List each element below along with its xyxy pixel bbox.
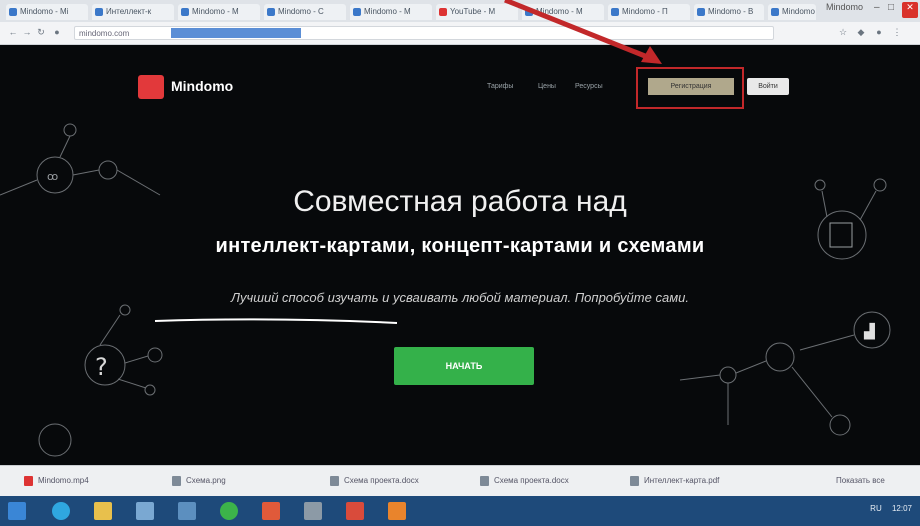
back-icon[interactable]: ← [8, 27, 18, 37]
menu-icon[interactable]: ⋮ [892, 27, 902, 37]
star-icon[interactable]: ☆ [838, 27, 848, 37]
browser-tab[interactable]: YouTube - М [436, 4, 518, 20]
system-tray[interactable]: RU 12:07 [870, 504, 912, 513]
app-icon[interactable] [262, 502, 280, 520]
favicon-icon [267, 8, 275, 16]
brand-logo[interactable]: Mindomo [171, 78, 233, 94]
download-item[interactable]: Схема проекта.docx [328, 472, 419, 490]
download-item[interactable]: Mindomo.mp4 [22, 472, 89, 490]
nav-link[interactable]: Цены [538, 83, 556, 90]
subtitle-underline [154, 318, 398, 324]
nav-link[interactable]: Тарифы [487, 83, 513, 90]
browser-tab[interactable]: Mindomo - М [768, 4, 816, 20]
clock[interactable]: 12:07 [892, 504, 912, 513]
favicon-icon [611, 8, 619, 16]
browser-tab[interactable]: Mindomo - П [608, 4, 690, 20]
app-icon[interactable] [136, 502, 154, 520]
extension-icon[interactable]: ◆ [856, 27, 866, 37]
hero-subtitle: интеллект-картами, концепт-картами и схе… [215, 235, 705, 257]
minimize-icon[interactable]: – [874, 2, 880, 18]
maximize-icon[interactable]: □ [888, 2, 894, 18]
favicon-icon [9, 8, 17, 16]
browser-tab-bar: Mindomo - Mi Интеллект-к Mindomo - М Min… [0, 0, 920, 22]
url-input[interactable]: mindomo.com [74, 26, 774, 40]
close-icon[interactable]: ✕ [902, 2, 918, 18]
webpage: ꝏ ? ▟ Mindomo Тарифы Цены Ресурсы Регист… [0, 45, 920, 465]
favicon-icon [95, 8, 103, 16]
app-icon[interactable] [304, 502, 322, 520]
browser-tab[interactable]: Mindomo - М [350, 4, 432, 20]
browser-tab[interactable]: Mindomo - С [264, 4, 346, 20]
file-icon [24, 476, 33, 486]
lock-icon: ● [54, 27, 60, 37]
start-menu-icon[interactable] [8, 502, 26, 520]
download-item[interactable]: Интеллект-карта.pdf [628, 472, 719, 490]
browser-tab[interactable]: Mindomo - М [178, 4, 260, 20]
favicon-icon [697, 8, 705, 16]
browser-tab[interactable]: Mindomo - Mi [6, 4, 88, 20]
show-all-downloads[interactable]: Показать все [836, 472, 885, 490]
file-icon [330, 476, 339, 486]
hero-description: Лучший способ изучать и усваивать любой … [231, 290, 689, 305]
taskbar: RU 12:07 [0, 496, 920, 526]
favicon-icon [439, 8, 447, 16]
browser-tab[interactable]: Mindomo - М [522, 4, 604, 20]
file-icon [480, 476, 489, 486]
reload-icon[interactable]: ↻ [36, 27, 46, 37]
login-button[interactable]: Войти [747, 78, 789, 95]
url-selection [171, 28, 301, 38]
language-indicator[interactable]: RU [870, 504, 882, 513]
browser-tab[interactable]: Mindomo - В [694, 4, 764, 20]
svg-text:▟: ▟ [863, 322, 875, 340]
explorer-icon[interactable] [94, 502, 112, 520]
downloads-bar: Mindomo.mp4 Схема.png Схема проекта.docx… [0, 465, 920, 496]
start-button[interactable]: НАЧАТЬ [394, 347, 534, 385]
file-icon [630, 476, 639, 486]
chrome-icon[interactable] [220, 502, 238, 520]
nav-link[interactable]: Ресурсы [575, 83, 603, 90]
logo-icon[interactable] [138, 75, 164, 99]
window-label: Mindomo [826, 2, 864, 12]
svg-text:?: ? [95, 353, 108, 381]
browser-tab[interactable]: Интеллект-к [92, 4, 174, 20]
file-icon [172, 476, 181, 486]
app-icon[interactable] [178, 502, 196, 520]
favicon-icon [525, 8, 533, 16]
hero-title: Совместная работа над [293, 185, 627, 218]
signup-button[interactable]: Регистрация [648, 78, 734, 95]
download-item[interactable]: Схема проекта.docx [478, 472, 569, 490]
app-icon[interactable] [388, 502, 406, 520]
favicon-icon [771, 8, 779, 16]
svg-text:ꝏ: ꝏ [47, 170, 58, 183]
browser-ie-icon[interactable] [52, 502, 70, 520]
address-bar-row: ← → ↻ ● mindomo.com ☆ ◆ ● ⋮ [0, 22, 920, 45]
forward-icon[interactable]: → [22, 27, 32, 37]
app-icon[interactable] [346, 502, 364, 520]
download-item[interactable]: Схема.png [170, 472, 226, 490]
favicon-icon [353, 8, 361, 16]
favicon-icon [181, 8, 189, 16]
profile-icon[interactable]: ● [874, 27, 884, 37]
